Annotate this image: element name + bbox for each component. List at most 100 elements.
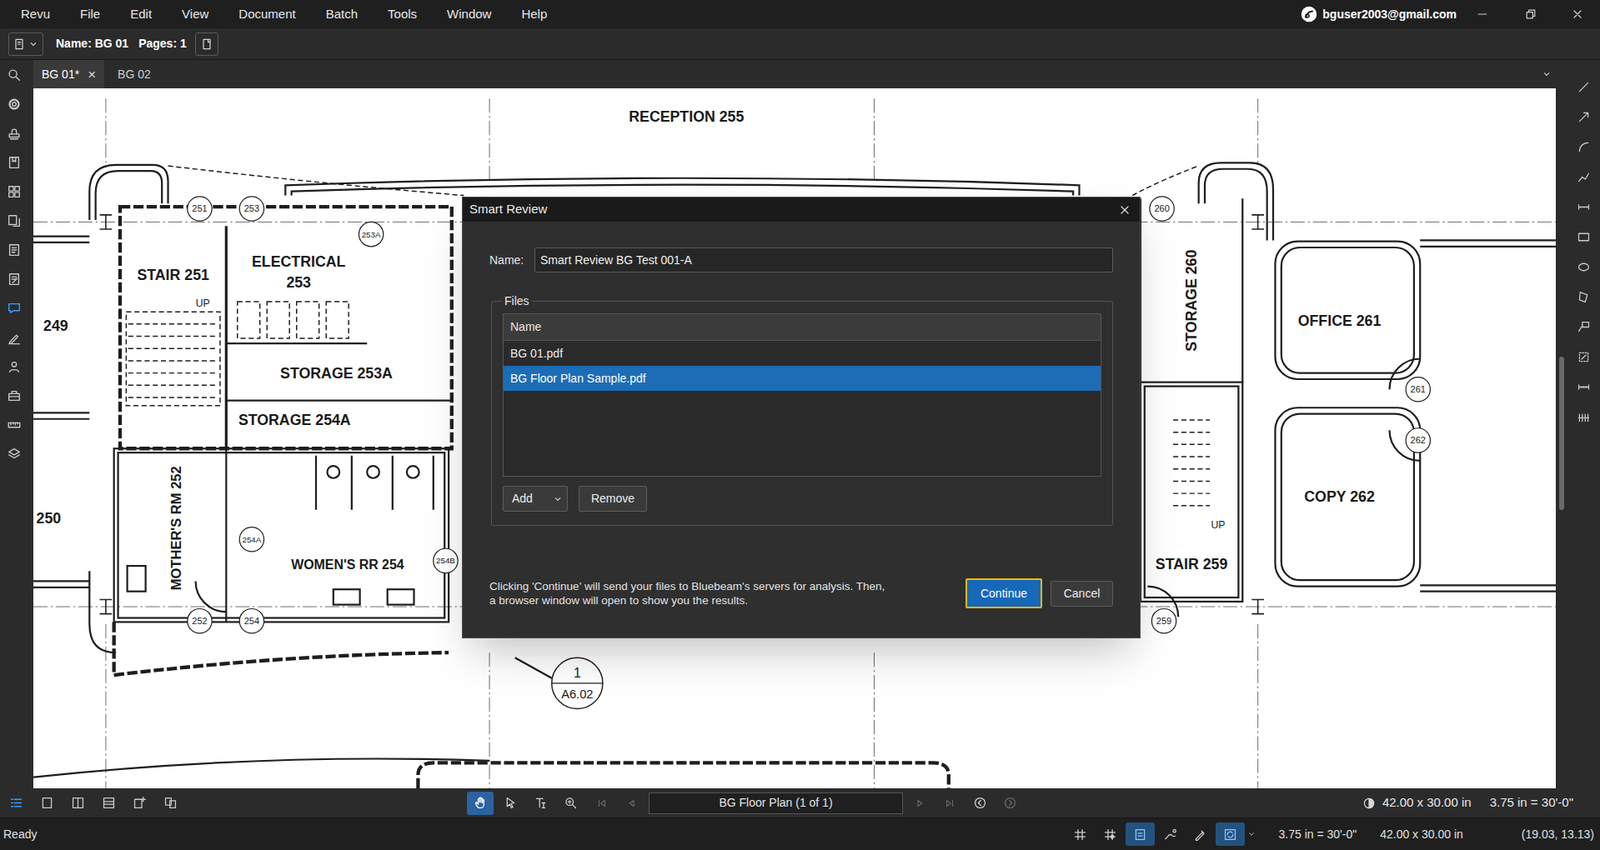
sidebar-tool[interactable]: [0, 293, 29, 323]
smart-review-dialog: Smart Review Name: Files Name BG 01.pdfB…: [461, 196, 1141, 639]
column-header[interactable]: Name: [510, 318, 542, 337]
status-toggle[interactable]: [1185, 822, 1215, 847]
vertical-scrollbar[interactable]: [1555, 60, 1568, 789]
restore-button[interactable]: [1506, 0, 1555, 29]
room-label: RECEPTION 255: [628, 108, 744, 126]
contrast-icon: [1362, 797, 1376, 811]
new-page-button[interactable]: [195, 32, 219, 56]
markup-tool[interactable]: [1569, 251, 1599, 282]
view-tool[interactable]: [156, 791, 185, 817]
menu-item[interactable]: Revu: [5, 0, 66, 29]
view-history-button[interactable]: [964, 792, 995, 816]
menu-item[interactable]: File: [65, 0, 116, 29]
name-input[interactable]: [534, 247, 1114, 273]
sidebar-tool[interactable]: [0, 264, 29, 294]
menu-item[interactable]: Batch: [310, 0, 373, 29]
contrast-button[interactable]: [1357, 792, 1381, 816]
nav-tool[interactable]: [466, 792, 494, 816]
minimize-button[interactable]: [1458, 0, 1507, 29]
document-tab[interactable]: BG 02: [109, 60, 160, 89]
door-tag-circle: [187, 196, 212, 221]
file-row[interactable]: BG 01.pdf: [503, 341, 1101, 367]
continue-button[interactable]: Continue: [965, 578, 1043, 609]
room-label-line: 250: [36, 510, 62, 527]
view-tool[interactable]: [125, 791, 154, 817]
markup-tool[interactable]: [1569, 131, 1599, 162]
view-history-button[interactable]: [994, 792, 1025, 816]
stamp-icon: [6, 125, 22, 141]
menu-item[interactable]: Window: [431, 0, 507, 29]
markup-tool[interactable]: [1569, 161, 1599, 192]
markup-tool[interactable]: [1569, 281, 1599, 312]
markup-tool[interactable]: [1569, 341, 1599, 372]
view-tool[interactable]: [95, 791, 123, 817]
dialog-title-bar[interactable]: Smart Review: [462, 197, 1140, 222]
status-menu-button[interactable]: [1245, 822, 1258, 847]
room-label: STAIR 259: [1155, 556, 1229, 573]
sidebar-tool[interactable]: [0, 89, 29, 119]
status-toggle[interactable]: [1155, 822, 1185, 847]
menu-item[interactable]: Edit: [115, 0, 167, 29]
document-menu-button[interactable]: [8, 32, 44, 56]
markup-tool[interactable]: [1569, 401, 1599, 432]
file-row[interactable]: BG Floor Plan Sample.pdf: [503, 366, 1101, 392]
scrollbar-thumb[interactable]: [1559, 356, 1565, 511]
stair-direction: UP: [195, 297, 211, 310]
close-button[interactable]: [1554, 0, 1600, 29]
status-toggle[interactable]: [1065, 822, 1095, 847]
status-toggle[interactable]: [1095, 822, 1125, 847]
markup-tool[interactable]: [1569, 371, 1599, 402]
sidebar-tool[interactable]: [0, 147, 29, 177]
status-toggle[interactable]: [1125, 822, 1155, 847]
room-label-line: OFFICE 261: [1298, 312, 1382, 330]
markup-tool[interactable]: [1569, 101, 1599, 132]
document-tab[interactable]: BG 01*×: [33, 60, 105, 89]
add-dropdown: [551, 493, 564, 506]
markups-icon: [6, 271, 22, 287]
add-button[interactable]: Add: [502, 486, 568, 512]
menu-item[interactable]: View: [166, 0, 224, 29]
page-nav-button[interactable]: [616, 792, 648, 816]
status-toggle[interactable]: [1215, 822, 1245, 847]
menu-item[interactable]: Help: [506, 0, 562, 29]
door-tag: 262: [1410, 435, 1426, 446]
menu-item[interactable]: Document: [223, 0, 311, 29]
sidebar-tool[interactable]: [0, 118, 29, 148]
layers-icon: [6, 446, 22, 462]
sidebar-tool[interactable]: [0, 322, 29, 352]
dialog-close-button[interactable]: [1114, 200, 1135, 221]
page-nav-button[interactable]: [904, 792, 935, 816]
sidebar-tool[interactable]: [0, 439, 29, 469]
sidebar-tool[interactable]: [0, 351, 29, 382]
tab-list-button[interactable]: [1540, 60, 1553, 89]
remove-label: Remove: [591, 490, 635, 508]
page-nav-button[interactable]: [586, 792, 617, 816]
menu-item[interactable]: Tools: [372, 0, 432, 29]
sidebar-tool[interactable]: [0, 381, 29, 411]
view-tool[interactable]: [33, 791, 61, 817]
sidebar-tool[interactable]: [0, 60, 29, 90]
nav-tool[interactable]: [526, 792, 554, 816]
view-tool[interactable]: [2, 791, 31, 817]
account-email[interactable]: bguser2003@gmail.com: [1322, 5, 1457, 24]
page-field[interactable]: BG Floor Plan (1 of 1): [648, 792, 903, 815]
remove-button[interactable]: Remove: [578, 486, 648, 512]
room-label-line: STAIR 251: [136, 266, 210, 284]
sidebar-tool[interactable]: [0, 176, 29, 206]
page-nav-button[interactable]: [934, 792, 965, 816]
view-tool[interactable]: [64, 791, 92, 817]
nav-tool[interactable]: [556, 792, 584, 816]
markup-tool[interactable]: [1569, 71, 1599, 102]
markup-tool[interactable]: [1569, 191, 1599, 222]
sidebar-tool[interactable]: [0, 235, 29, 265]
close-tab-button[interactable]: ×: [87, 67, 96, 82]
markup-tool[interactable]: [1569, 221, 1599, 252]
markup-tool[interactable]: [1569, 311, 1599, 342]
cancel-button[interactable]: Cancel: [1050, 581, 1114, 607]
sidebar-tool[interactable]: [0, 410, 29, 440]
page-scale[interactable]: 3.75 in = 30'-0": [1489, 793, 1574, 813]
new-page-icon: [200, 37, 214, 51]
compare-icon: [163, 796, 178, 811]
sidebar-tool[interactable]: [0, 205, 29, 236]
nav-tool[interactable]: [496, 792, 524, 816]
